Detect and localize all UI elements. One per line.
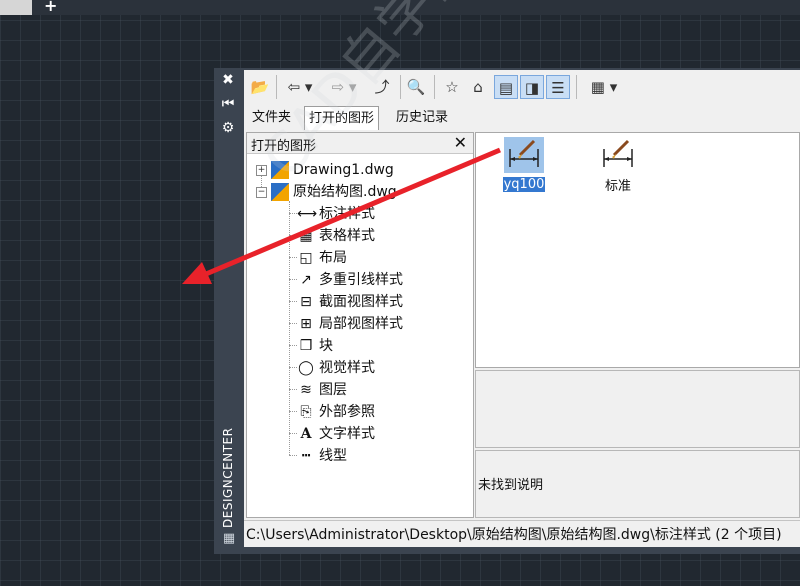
annotation-arrow <box>182 147 501 284</box>
